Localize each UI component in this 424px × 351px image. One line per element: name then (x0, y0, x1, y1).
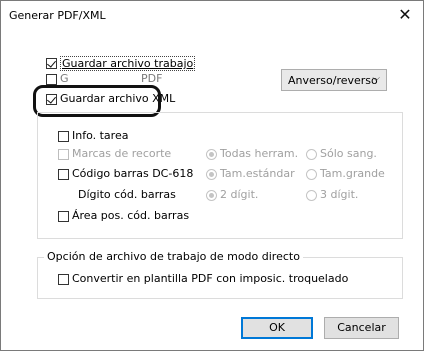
duplex-dropdown[interactable]: Anverso/reverso ⌵ (281, 69, 387, 91)
direct-mode-group-caption: Opción de archivo de trabajo de modo dir… (44, 250, 303, 263)
tam-estandar-radio (206, 169, 217, 180)
dos-digit-label: 2 dígit. (220, 188, 259, 201)
tres-digit-label: 3 dígit. (320, 188, 359, 201)
marcas-recorte-checkbox (58, 149, 69, 160)
tam-grande-radio (306, 169, 317, 180)
save-pdf-label-end: PDF (141, 72, 163, 85)
todas-herram-label: Todas herram. (220, 147, 299, 160)
window-title: Generar PDF/XML (9, 9, 106, 22)
tres-digit-radio (306, 190, 317, 201)
chevron-down-icon: ⌵ (372, 73, 380, 84)
cancel-button[interactable]: Cancelar (324, 317, 399, 339)
save-pdf-checkbox[interactable] (46, 74, 57, 85)
dialog-window: Generar PDF/XML ✕ Guardar archivo trabaj… (0, 0, 424, 351)
area-pos-checkbox[interactable] (58, 211, 69, 222)
codigo-barras-checkbox[interactable] (58, 169, 69, 180)
convert-template-label: Convertir en plantilla PDF con imposic. … (72, 272, 349, 285)
tam-estandar-label: Tam.estándar (220, 167, 295, 180)
ok-button[interactable]: OK (241, 317, 313, 339)
area-pos-label: Área pos. cód. barras (72, 209, 190, 222)
dos-digit-radio (206, 190, 217, 201)
title-bar: Generar PDF/XML ✕ (1, 1, 423, 31)
codigo-barras-label: Código barras DC-618 (72, 167, 194, 180)
solo-sang-radio (306, 149, 317, 160)
save-xml-label: Guardar archivo XML (60, 92, 176, 105)
convert-template-checkbox[interactable] (58, 274, 69, 285)
close-icon[interactable]: ✕ (395, 5, 415, 25)
solo-sang-label: Sólo sang. (320, 147, 377, 160)
save-pdf-label-start: G (60, 72, 69, 85)
save-work-file-label: Guardar archivo trabajo (60, 56, 196, 71)
marcas-recorte-label: Marcas de recorte (72, 147, 172, 160)
duplex-dropdown-value: Anverso/reverso (288, 74, 378, 87)
info-tarea-label: Info. tarea (72, 129, 129, 142)
save-xml-checkbox[interactable] (46, 94, 57, 105)
info-tarea-checkbox[interactable] (58, 131, 69, 142)
save-work-file-checkbox[interactable] (46, 58, 57, 69)
todas-herram-radio (206, 149, 217, 160)
tam-grande-label: Tam.grande (320, 167, 385, 180)
digito-cod-barras-label: Dígito cód. barras (78, 188, 176, 201)
